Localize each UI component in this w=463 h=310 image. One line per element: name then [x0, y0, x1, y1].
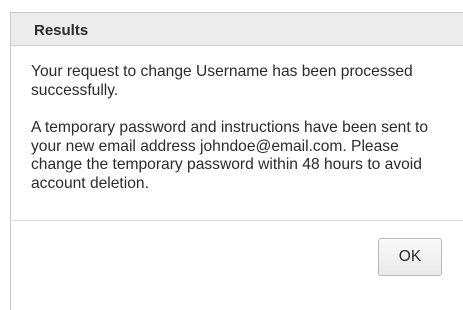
dialog-body: Your request to change Username has been…: [11, 46, 463, 221]
password-instructions-message: A temporary password and instructions ha…: [31, 119, 429, 192]
dialog-title: Results: [34, 22, 89, 39]
dialog-header: Results: [11, 13, 463, 46]
success-message: Your request to change Username has been…: [31, 63, 413, 99]
ok-button[interactable]: OK: [378, 238, 442, 276]
results-dialog: Results Your request to change Username …: [10, 12, 463, 310]
dialog-footer: OK: [11, 221, 463, 281]
